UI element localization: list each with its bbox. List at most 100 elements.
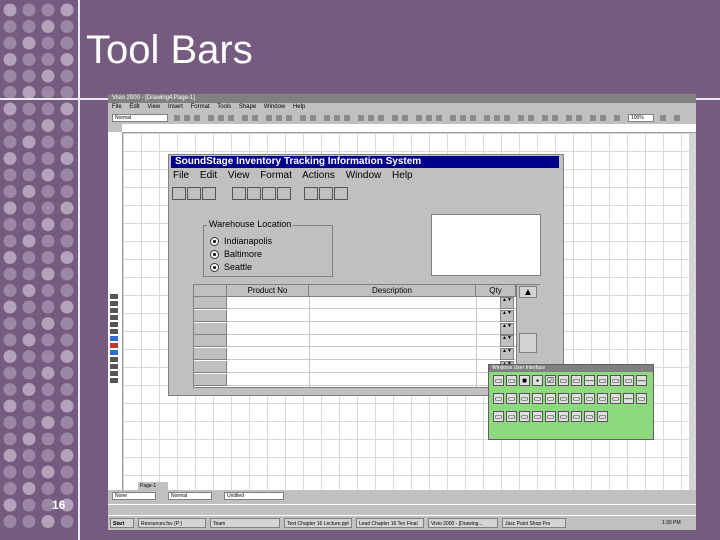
font-color-icon[interactable] [436, 115, 442, 121]
form-menu-file[interactable]: File [173, 170, 189, 181]
grid-row-selector[interactable] [194, 309, 227, 322]
line-color-icon[interactable] [426, 115, 432, 121]
col-header-qty[interactable]: Qty [476, 285, 516, 297]
toolbox-tool-icon[interactable]: ▭ [532, 393, 543, 404]
align-icon[interactable] [504, 115, 510, 121]
taskbar-item[interactable]: Team [210, 518, 280, 528]
redo-icon[interactable] [310, 115, 316, 121]
left-tool-icon[interactable] [110, 329, 118, 334]
toolbox-tool-icon[interactable]: ▭ [506, 393, 517, 404]
toolbox-tool-icon[interactable]: ▭ [584, 393, 595, 404]
grid-row-selector[interactable] [194, 348, 227, 361]
menu-format[interactable]: Format [191, 104, 210, 110]
paste-icon[interactable] [286, 115, 292, 121]
toolbox-tool-icon[interactable]: ▭ [493, 375, 504, 386]
connection-point-icon[interactable] [402, 115, 408, 121]
left-tool-icon[interactable] [110, 364, 118, 369]
menu-insert[interactable]: Insert [168, 104, 183, 110]
form-menu-help[interactable]: Help [392, 170, 413, 181]
radio-indianapolis[interactable]: Indianapolis [210, 236, 272, 247]
toolbox-tool-icon[interactable]: ▭ [493, 411, 504, 422]
text-style-combo[interactable]: Normal [168, 492, 212, 500]
zoom-combo[interactable]: 100% [628, 114, 654, 122]
form-tool-button[interactable] [304, 187, 318, 200]
left-tool-icon[interactable] [110, 343, 118, 348]
taskbar-item[interactable]: Resources.fsv (P:) [138, 518, 206, 528]
toolbox-tool-icon[interactable]: ▭ [597, 411, 608, 422]
style-combo[interactable]: Normal [112, 114, 168, 122]
left-tool-icon[interactable] [110, 350, 118, 355]
line-pattern-icon[interactable] [460, 115, 466, 121]
toolbox-tool-icon[interactable]: — [636, 375, 647, 386]
radio-baltimore[interactable]: Baltimore [210, 249, 262, 260]
start-button[interactable]: Start [110, 518, 134, 528]
toolbox-tool-icon[interactable]: ▭ [571, 411, 582, 422]
toolbox-tool-icon[interactable]: ▭ [571, 375, 582, 386]
qty-spinner-icon[interactable]: ▲▼ [500, 348, 514, 361]
stamp-icon[interactable] [392, 115, 398, 121]
form-tool-button[interactable] [247, 187, 261, 200]
send-back-icon[interactable] [528, 115, 534, 121]
toolbox-tool-icon[interactable]: ▭ [545, 411, 556, 422]
qty-spinner-icon[interactable]: ▲▼ [500, 309, 514, 322]
pointer-icon[interactable] [324, 115, 330, 121]
bring-front-icon[interactable] [518, 115, 524, 121]
toolbox-tool-icon[interactable]: ▭ [519, 411, 530, 422]
qty-spinner-icon[interactable]: ▲▼ [500, 297, 514, 309]
rectangle-tool-icon[interactable] [368, 115, 374, 121]
menu-file[interactable]: File [112, 104, 122, 110]
zoom-in-icon[interactable] [660, 115, 666, 121]
line-style-combo[interactable]: None [112, 492, 156, 500]
print-icon[interactable] [242, 115, 248, 121]
spelling-icon[interactable] [600, 115, 606, 121]
toolbox-tool-icon[interactable]: ▭ [558, 375, 569, 386]
toolbox-tool-icon[interactable]: ▭ [597, 393, 608, 404]
qty-spinner-icon[interactable]: ▲▼ [500, 335, 514, 348]
toolbox-tool-icon[interactable]: ▭ [610, 375, 621, 386]
form-tool-button[interactable] [277, 187, 291, 200]
connector-icon[interactable] [334, 115, 340, 121]
menu-help[interactable]: Help [293, 104, 305, 110]
grid-row-selector[interactable] [194, 297, 227, 309]
taskbar-item[interactable]: Text Chapter 16 Lecture.ppt [284, 518, 352, 528]
rotate-icon[interactable] [542, 115, 548, 121]
form-tool-button[interactable] [232, 187, 246, 200]
fill-color-icon[interactable] [416, 115, 422, 121]
toolbox-tool-icon[interactable]: ▭ [558, 411, 569, 422]
taskbar-item[interactable]: Jasc Paint Shop Pro [502, 518, 566, 528]
toolbox-tool-icon[interactable]: ▭ [545, 393, 556, 404]
toolbox-tool-icon[interactable]: — [623, 393, 634, 404]
table-row[interactable] [227, 297, 539, 309]
form-menu-edit[interactable]: Edit [200, 170, 217, 181]
toolbox-tool-icon[interactable]: ▭ [558, 393, 569, 404]
col-header-product-no[interactable]: Product No [227, 285, 309, 297]
flip-icon[interactable] [552, 115, 558, 121]
cut-icon[interactable] [266, 115, 272, 121]
form-menu-actions[interactable]: Actions [302, 170, 335, 181]
scroll-thumb[interactable] [519, 333, 537, 353]
undo-icon[interactable] [300, 115, 306, 121]
form-tool-button[interactable] [319, 187, 333, 200]
qty-spinner-icon[interactable]: ▲▼ [500, 322, 514, 335]
save-icon[interactable] [228, 115, 234, 121]
fill-style-combo[interactable]: Untitled [224, 492, 284, 500]
toolbox-tool-icon[interactable]: ▭ [597, 375, 608, 386]
toolbox-tool-icon[interactable]: ▭ [571, 393, 582, 404]
form-menu-view[interactable]: View [228, 170, 250, 181]
grid-row-selector[interactable] [194, 373, 227, 386]
toolbox-tool-icon[interactable]: ▭ [610, 393, 621, 404]
left-tool-icon[interactable] [110, 315, 118, 320]
text-tool-icon[interactable] [344, 115, 350, 121]
table-row[interactable] [227, 335, 539, 348]
toolbox-tool-icon[interactable]: ▭ [584, 411, 595, 422]
line-weight-icon[interactable] [450, 115, 456, 121]
copy-icon[interactable] [276, 115, 282, 121]
preview-icon[interactable] [252, 115, 258, 121]
group-icon[interactable] [494, 115, 500, 121]
grid-row-selector[interactable] [194, 361, 227, 373]
form-menu-format[interactable]: Format [260, 170, 292, 181]
toolbox-tool-icon[interactable]: — [584, 375, 595, 386]
form-tool-button[interactable] [187, 187, 201, 200]
scroll-up-arrow-icon[interactable]: ▲ [519, 286, 537, 298]
form-tool-button[interactable] [172, 187, 186, 200]
